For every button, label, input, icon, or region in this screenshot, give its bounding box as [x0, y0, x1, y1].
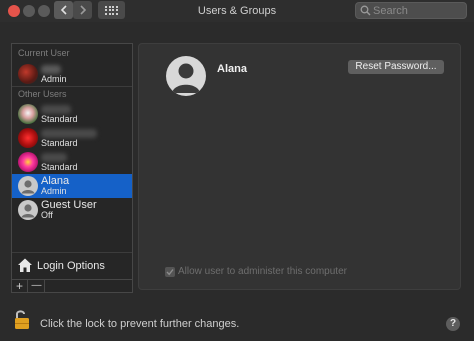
reset-password-button[interactable]: Reset Password... [348, 60, 444, 74]
default-user-avatar-icon [172, 63, 200, 93]
search-input[interactable]: Search [355, 2, 467, 19]
redacted-name [41, 105, 71, 114]
user-role: Off [41, 210, 53, 220]
user-row-alana[interactable]: Alana Admin [12, 174, 132, 198]
allow-admin-checkbox[interactable] [165, 267, 175, 277]
avatar [18, 104, 38, 124]
user-row-guest[interactable]: Guest User Off [12, 198, 132, 222]
user-role: Standard [41, 162, 78, 172]
current-user-heading: Current User [18, 48, 70, 58]
user-row-current[interactable]: Admin [12, 62, 132, 86]
default-user-avatar-icon [18, 200, 38, 220]
user-row[interactable]: Standard [12, 102, 132, 126]
avatar [18, 64, 38, 84]
users-sidebar: Current User Admin Other Users Standard … [11, 43, 133, 293]
help-button[interactable]: ? [446, 317, 460, 331]
user-role: Standard [41, 138, 78, 148]
login-options-label: Login Options [37, 260, 105, 272]
redacted-name [41, 129, 97, 138]
checkmark-icon [166, 269, 174, 276]
search-icon [360, 5, 371, 16]
lock-message: Click the lock to prevent further change… [40, 318, 240, 330]
add-user-button[interactable]: + [12, 280, 28, 293]
allow-admin-label: Allow user to administer this computer [178, 266, 347, 277]
selected-user-name: Alana [217, 63, 247, 75]
unlocked-lock-icon[interactable] [13, 309, 31, 331]
user-detail-panel: Alana Reset Password... Allow user to ad… [138, 43, 461, 290]
remove-user-button[interactable]: — [29, 280, 45, 293]
user-picture[interactable] [166, 56, 206, 96]
default-user-avatar-icon [18, 176, 38, 196]
user-row[interactable]: Standard [12, 150, 132, 174]
search-placeholder: Search [373, 5, 408, 17]
sidebar-actions: + — [12, 279, 132, 293]
login-options-item[interactable]: Login Options [12, 253, 132, 279]
user-role: Standard [41, 114, 78, 124]
avatar [18, 152, 38, 172]
redacted-name [41, 65, 61, 74]
house-icon [18, 258, 32, 272]
redacted-name [41, 153, 67, 162]
avatar [18, 128, 38, 148]
user-role: Admin [41, 186, 67, 196]
divider [12, 86, 132, 87]
other-users-heading: Other Users [18, 89, 67, 99]
user-row[interactable]: Standard [12, 126, 132, 150]
user-role: Admin [41, 74, 67, 84]
title-bar: Users & Groups Search [0, 0, 474, 22]
